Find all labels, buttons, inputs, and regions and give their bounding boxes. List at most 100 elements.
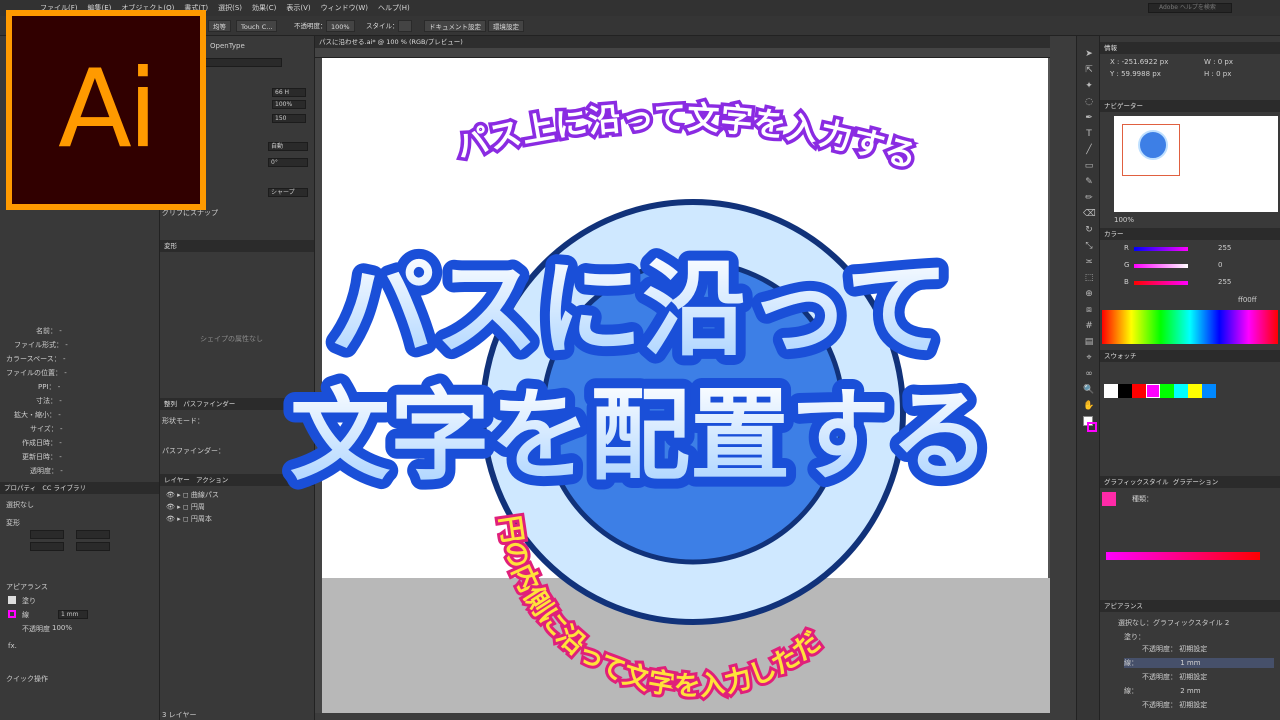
layer-row[interactable]: 👁 ▸ ◻ 円周: [166, 502, 205, 512]
vertical-ruler[interactable]: [315, 58, 322, 713]
mesh-tool-icon[interactable]: #: [1083, 320, 1095, 332]
stroke-style-select[interactable]: 均等: [208, 20, 231, 32]
navigator-preview[interactable]: [1114, 116, 1278, 212]
lasso-tool-icon[interactable]: ◌: [1083, 96, 1095, 108]
tab-graphic-styles[interactable]: グラフィックスタイル: [1104, 478, 1169, 486]
tab-align[interactable]: 整列: [164, 400, 177, 408]
stroke-weight-field[interactable]: 1 mm: [58, 610, 88, 619]
appearance-stroke-row[interactable]: 線： 1 mm: [1124, 658, 1274, 668]
menu-effect[interactable]: 効果(C): [252, 3, 276, 13]
rotate-tool-icon[interactable]: ↻: [1083, 224, 1095, 236]
document-tab[interactable]: パスに沿わせる.ai* @ 100 % (RGB/プレビュー): [315, 36, 1050, 48]
stroke-color-icon[interactable]: [1087, 422, 1097, 432]
document-settings-button[interactable]: ドキュメント設定: [424, 20, 486, 32]
brush-select[interactable]: Touch C...: [236, 20, 278, 32]
pasteboard-band: [322, 578, 1050, 713]
tab-pathfinder[interactable]: パスファインダー: [183, 400, 235, 408]
appearance-tab[interactable]: アピアランス: [1100, 600, 1280, 612]
pencil-tool-icon[interactable]: ✏: [1083, 192, 1095, 204]
rotation-field[interactable]: 0°: [268, 158, 308, 167]
rectangle-tool-icon[interactable]: ▭: [1083, 160, 1095, 172]
layer-row[interactable]: 👁 ▸ ◻ 曲線パス: [166, 490, 219, 500]
color-hex-value[interactable]: ff00ff: [1238, 296, 1257, 304]
tab-properties[interactable]: プロパティ: [4, 484, 36, 492]
swatch-yellow[interactable]: [1188, 384, 1202, 398]
info-tab[interactable]: 情報: [1100, 42, 1280, 54]
appearance-opacity-row[interactable]: 不透明度： 初期設定: [1142, 644, 1207, 654]
x-field[interactable]: [30, 530, 64, 539]
hand-tool-icon[interactable]: ✋: [1083, 400, 1095, 412]
color-b-value[interactable]: 255: [1218, 278, 1231, 286]
navigator-zoom[interactable]: 100%: [1114, 216, 1134, 224]
menu-view[interactable]: 表示(V): [286, 3, 310, 13]
navigator-tab[interactable]: ナビゲーター: [1100, 100, 1280, 112]
help-search-input[interactable]: Adobe ヘルプを検索: [1148, 3, 1232, 13]
width-tool-icon[interactable]: ≍: [1083, 256, 1095, 268]
gradient-bar[interactable]: [1106, 552, 1260, 560]
scale-tool-icon[interactable]: ⤡: [1083, 240, 1095, 252]
color-g-slider[interactable]: [1134, 264, 1188, 268]
fill-swatch[interactable]: [8, 596, 16, 604]
pen-tool-icon[interactable]: ✒: [1083, 112, 1095, 124]
color-spectrum[interactable]: [1102, 310, 1278, 344]
appearance-stroke-row[interactable]: 線： 2 mm: [1124, 686, 1201, 696]
color-b-slider[interactable]: [1134, 281, 1188, 285]
opacity-field[interactable]: 100%: [326, 20, 355, 32]
layer-row[interactable]: 👁 ▸ ◻ 円周本: [166, 514, 212, 524]
leading-field[interactable]: 66 H: [272, 88, 306, 97]
fx-button[interactable]: fx.: [8, 642, 17, 650]
opacity-value-left[interactable]: 100%: [52, 624, 72, 632]
appearance-opacity-row[interactable]: 不透明度： 初期設定: [1142, 672, 1207, 682]
swatch-black[interactable]: [1118, 384, 1132, 398]
zoom-tool-icon[interactable]: 🔍: [1083, 384, 1095, 396]
swatches-tab[interactable]: スウォッチ: [1100, 350, 1280, 362]
paintbrush-tool-icon[interactable]: ✎: [1083, 176, 1095, 188]
menu-window[interactable]: ウィンドウ(W): [321, 3, 368, 13]
kerning-field[interactable]: 自動: [268, 142, 308, 151]
horizontal-ruler[interactable]: [315, 48, 1050, 58]
transform-tab[interactable]: 変形: [160, 240, 314, 252]
tab-layers[interactable]: レイヤー: [164, 476, 190, 484]
style-swatch[interactable]: [398, 20, 412, 32]
magic-wand-tool-icon[interactable]: ✦: [1083, 80, 1095, 92]
tracking-field[interactable]: 150: [272, 114, 306, 123]
appearance-opacity-row[interactable]: 不透明度： 初期設定: [1142, 700, 1207, 710]
shape-builder-tool-icon[interactable]: ⊕: [1083, 288, 1095, 300]
tab-opentype[interactable]: OpenType: [210, 42, 245, 50]
direct-selection-tool-icon[interactable]: ⇱: [1083, 64, 1095, 76]
swatch-cyan[interactable]: [1174, 384, 1188, 398]
stroke-swatch[interactable]: [8, 610, 16, 618]
tab-cc-libraries[interactable]: CC ライブラリ: [42, 484, 86, 492]
swatch-blue[interactable]: [1202, 384, 1216, 398]
blend-tool-icon[interactable]: ∞: [1083, 368, 1095, 380]
appearance-fill-row[interactable]: 塗り：: [1124, 632, 1145, 642]
color-r-value[interactable]: 255: [1218, 244, 1231, 252]
swatch-magenta[interactable]: [1146, 384, 1160, 398]
color-r-slider[interactable]: [1134, 247, 1188, 251]
swatch-green[interactable]: [1160, 384, 1174, 398]
preferences-button[interactable]: 環境設定: [488, 20, 524, 32]
line-tool-icon[interactable]: ╱: [1083, 144, 1095, 156]
swatch-white[interactable]: [1104, 384, 1118, 398]
color-g-value[interactable]: 0: [1218, 261, 1222, 269]
menu-help[interactable]: ヘルプ(H): [378, 3, 410, 13]
y-field[interactable]: [30, 542, 64, 551]
eyedropper-tool-icon[interactable]: ⌖: [1083, 352, 1095, 364]
swatch-red[interactable]: [1132, 384, 1146, 398]
tab-gradient[interactable]: グラデーション: [1173, 478, 1218, 486]
artboard[interactable]: [322, 58, 1048, 578]
w-field[interactable]: [76, 530, 110, 539]
vertical-scale-field[interactable]: 100%: [272, 100, 306, 109]
free-transform-tool-icon[interactable]: ⬚: [1083, 272, 1095, 284]
eraser-tool-icon[interactable]: ⌫: [1083, 208, 1096, 220]
selection-tool-icon[interactable]: ➤: [1083, 48, 1095, 60]
antialias-select[interactable]: シャープ: [268, 188, 308, 197]
h-field[interactable]: [76, 542, 110, 551]
type-tool-icon[interactable]: T: [1083, 128, 1095, 140]
gradient-tool-icon[interactable]: ▤: [1083, 336, 1095, 348]
gradient-preview[interactable]: [1102, 492, 1116, 506]
tab-actions[interactable]: アクション: [196, 476, 228, 484]
color-tab[interactable]: カラー: [1100, 228, 1280, 240]
perspective-grid-tool-icon[interactable]: ⧈: [1083, 304, 1095, 316]
menu-select[interactable]: 選択(S): [218, 3, 242, 13]
